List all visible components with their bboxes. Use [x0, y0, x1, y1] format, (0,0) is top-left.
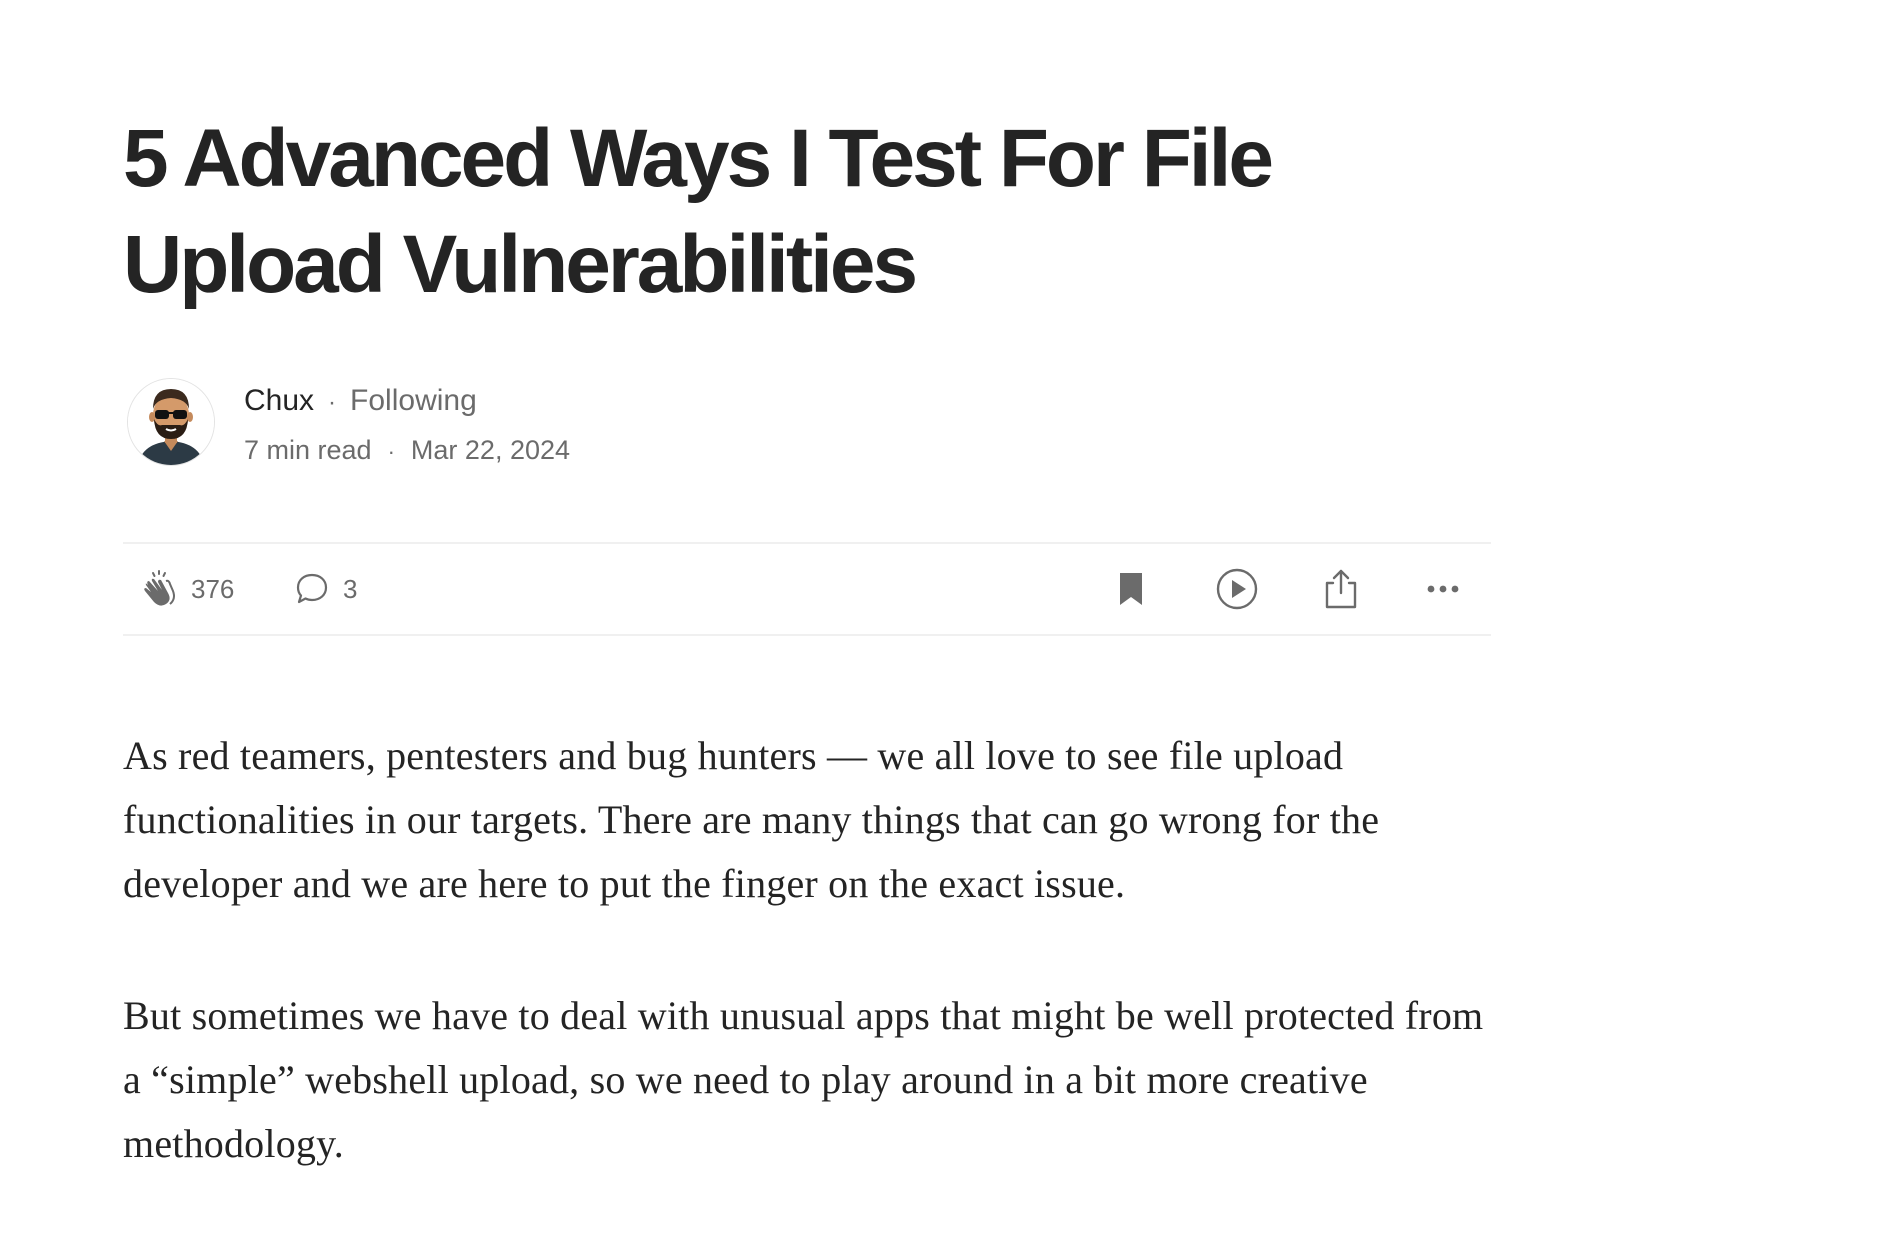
author-info: Chux · Following 7 min read · Mar 22, 2024: [123, 378, 923, 468]
share-button[interactable]: [1321, 544, 1361, 634]
clap-count: 376: [191, 573, 235, 604]
separator-dot: ·: [328, 389, 337, 416]
clap-button[interactable]: 376: [139, 544, 234, 634]
comment-icon: [296, 573, 328, 604]
author-line: Chux · Following: [244, 382, 477, 422]
article-body: As red teamers, pentesters and bug hunte…: [123, 724, 1491, 1244]
avatar-illustration: [128, 379, 214, 465]
following-button[interactable]: Following: [350, 384, 477, 417]
comment-button[interactable]: 3: [293, 544, 357, 634]
paragraph: But sometimes we have to deal with unusu…: [123, 993, 1484, 1166]
article-title: 5 Advanced Ways I Test For File Upload V…: [123, 113, 1274, 310]
author-name-link[interactable]: Chux: [244, 384, 314, 417]
more-options-button[interactable]: [1423, 544, 1463, 634]
article-meta: 7 min read · Mar 22, 2024: [244, 433, 570, 469]
action-bar: 376 3: [123, 542, 1491, 636]
play-icon: [1216, 568, 1258, 610]
more-icon: [1427, 585, 1459, 593]
comment-count: 3: [343, 573, 358, 604]
paragraph: As red teamers, pentesters and bug hunte…: [123, 733, 1380, 906]
read-time: 7 min read: [244, 435, 372, 465]
publish-date: Mar 22, 2024: [410, 435, 571, 465]
share-icon: [1325, 569, 1357, 609]
bookmark-icon: [1120, 573, 1142, 605]
separator-dot: ·: [387, 439, 395, 464]
bookmark-button[interactable]: [1113, 544, 1149, 634]
clap-icon: [144, 570, 175, 606]
listen-button[interactable]: [1215, 544, 1259, 634]
author-avatar[interactable]: [127, 378, 215, 466]
